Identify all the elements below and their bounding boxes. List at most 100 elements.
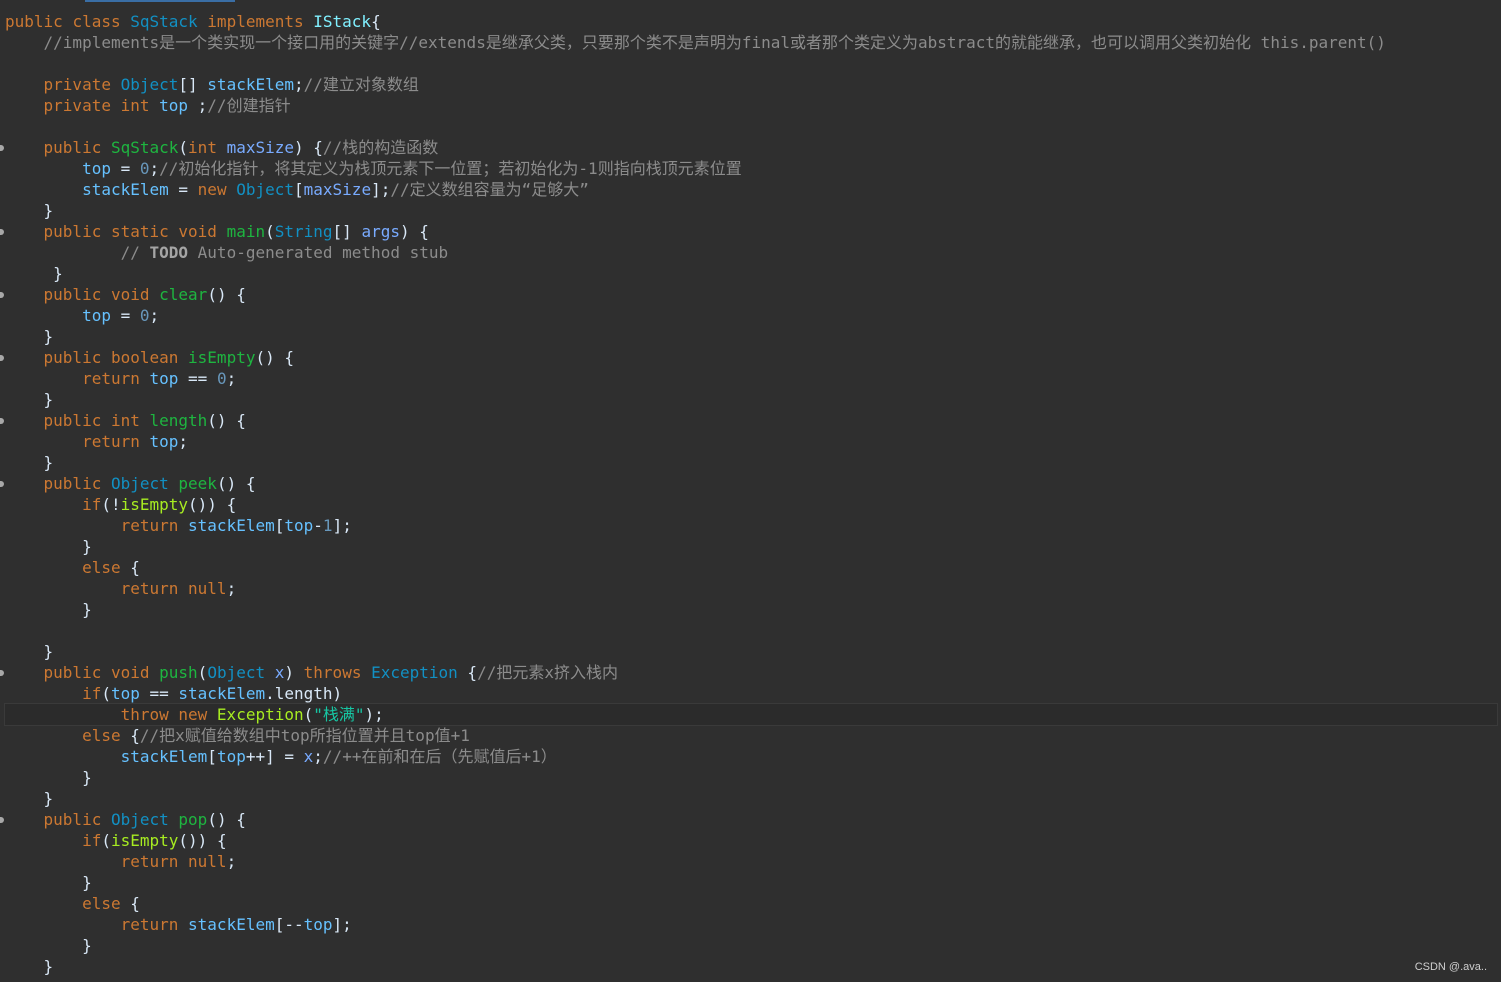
fold-toggle-icon[interactable] bbox=[0, 418, 4, 424]
code-line[interactable]: if(!isEmpty()) { bbox=[5, 494, 1495, 515]
code-line[interactable]: public Object pop() { bbox=[0, 809, 1495, 830]
code-line[interactable]: return null; bbox=[5, 578, 1495, 599]
code-token: ( bbox=[101, 684, 111, 703]
code-line[interactable]: public boolean isEmpty() { bbox=[0, 347, 1495, 368]
code-token: == bbox=[178, 369, 217, 388]
code-line[interactable]: return null; bbox=[5, 851, 1495, 872]
code-token: ); bbox=[364, 705, 384, 724]
code-token: public bbox=[5, 12, 73, 31]
code-line[interactable]: } bbox=[5, 788, 1495, 809]
current-code-line[interactable]: throw new Exception("栈满"); bbox=[4, 703, 1498, 726]
code-token: private bbox=[5, 75, 121, 94]
code-token: IStack bbox=[313, 12, 372, 31]
code-line[interactable]: public SqStack(int maxSize) {//栈的构造函数 bbox=[0, 137, 1495, 158]
code-token: void bbox=[110, 285, 160, 304]
code-token: { bbox=[371, 12, 381, 31]
code-token: return bbox=[5, 579, 189, 598]
fold-toggle-icon[interactable] bbox=[0, 817, 4, 823]
code-token: stackElem bbox=[5, 180, 169, 199]
code-token: 1 bbox=[322, 516, 333, 535]
fold-toggle-icon[interactable] bbox=[0, 229, 4, 235]
code-token: main bbox=[226, 222, 266, 241]
code-line[interactable]: else {//把x赋值给数组中top所指位置并且top值+1 bbox=[5, 725, 1495, 746]
code-token: push bbox=[159, 663, 198, 682]
fold-toggle-icon[interactable] bbox=[0, 145, 4, 151]
code-area[interactable]: public class SqStack implements IStack{ … bbox=[0, 11, 1498, 977]
code-line[interactable]: // TODO Auto-generated method stub bbox=[5, 242, 1495, 263]
code-token: isEmpty bbox=[110, 831, 179, 850]
code-token: () { bbox=[216, 474, 256, 493]
fold-toggle-icon[interactable] bbox=[0, 355, 4, 361]
code-line[interactable]: } bbox=[5, 200, 1495, 221]
code-line[interactable]: return top; bbox=[5, 431, 1495, 452]
fold-toggle-icon[interactable] bbox=[0, 292, 4, 298]
code-token: ; bbox=[197, 96, 208, 115]
code-token: 0 bbox=[139, 159, 150, 178]
code-token: } bbox=[5, 201, 54, 220]
code-token: top bbox=[5, 159, 111, 178]
code-line[interactable]: //implements是一个类实现一个接口用的关键字//extends是继承父… bbox=[5, 32, 1495, 53]
code-token: boolean bbox=[110, 348, 189, 367]
code-token: Auto-generated method stub bbox=[188, 243, 449, 262]
code-token: Object bbox=[110, 810, 179, 829]
fold-toggle-icon[interactable] bbox=[0, 670, 4, 676]
code-token: maxSize bbox=[226, 138, 295, 157]
code-line[interactable]: } bbox=[5, 935, 1495, 956]
code-token: ; bbox=[149, 159, 160, 178]
code-line[interactable]: } bbox=[5, 263, 1495, 284]
code-token: ( bbox=[197, 663, 208, 682]
watermark: CSDN @.ava.. bbox=[1414, 961, 1487, 973]
code-line[interactable]: private Object[] stackElem;//建立对象数组 bbox=[5, 74, 1495, 95]
code-token: void bbox=[110, 663, 160, 682]
code-line[interactable]: else { bbox=[5, 893, 1495, 914]
code-token: ( bbox=[101, 831, 111, 850]
code-line[interactable]: public void clear() { bbox=[0, 284, 1495, 305]
code-line[interactable]: } bbox=[5, 956, 1495, 977]
code-token: SqStack bbox=[130, 12, 208, 31]
code-line[interactable]: } bbox=[5, 326, 1495, 347]
code-token: () { bbox=[207, 810, 246, 829]
code-line[interactable]: public class SqStack implements IStack{ bbox=[5, 11, 1495, 32]
code-line[interactable]: } bbox=[5, 641, 1495, 662]
code-line[interactable] bbox=[5, 620, 1495, 641]
code-token: private bbox=[5, 96, 121, 115]
code-editor[interactable]: public class SqStack implements IStack{ … bbox=[0, 0, 1501, 982]
code-line[interactable]: } bbox=[5, 767, 1495, 788]
code-line[interactable]: stackElem[top++] = x;//++在前和在后（先赋值后+1） bbox=[5, 746, 1495, 767]
code-line[interactable]: } bbox=[5, 872, 1495, 893]
code-token: () { bbox=[207, 285, 246, 304]
code-token: public bbox=[5, 810, 111, 829]
code-line[interactable]: } bbox=[5, 389, 1495, 410]
code-line[interactable]: if(top == stackElem.length) bbox=[5, 683, 1495, 704]
code-token: [ bbox=[207, 747, 217, 766]
code-line[interactable]: } bbox=[5, 452, 1495, 473]
code-token: //定义数组容量为“足够大” bbox=[390, 180, 589, 199]
code-token: = bbox=[110, 306, 140, 325]
code-line[interactable]: top = 0; bbox=[5, 305, 1495, 326]
fold-toggle-icon[interactable] bbox=[0, 481, 4, 487]
code-line[interactable] bbox=[5, 53, 1495, 74]
code-line[interactable]: return stackElem[top-1]; bbox=[5, 515, 1495, 536]
code-line[interactable]: if(isEmpty()) { bbox=[5, 830, 1495, 851]
code-line[interactable]: return stackElem[--top]; bbox=[5, 914, 1495, 935]
code-token: x bbox=[274, 663, 285, 682]
code-line[interactable]: public static void main(String[] args) { bbox=[0, 221, 1495, 242]
code-line[interactable]: else { bbox=[5, 557, 1495, 578]
code-line[interactable]: public void push(Object x) throws Except… bbox=[0, 662, 1495, 683]
code-token: //++在前和在后（先赋值后+1） bbox=[322, 747, 557, 766]
code-line[interactable]: stackElem = new Object[maxSize];//定义数组容量… bbox=[5, 179, 1495, 200]
code-token: () { bbox=[207, 411, 246, 430]
code-token: { bbox=[130, 558, 140, 577]
code-token: return bbox=[5, 516, 189, 535]
code-line[interactable]: } bbox=[5, 536, 1495, 557]
code-line[interactable]: return top == 0; bbox=[5, 368, 1495, 389]
code-line[interactable]: private int top ;//创建指针 bbox=[5, 95, 1495, 116]
code-line[interactable] bbox=[5, 116, 1495, 137]
code-token: top bbox=[110, 684, 140, 703]
code-line[interactable]: public int length() { bbox=[0, 410, 1495, 431]
code-token: stackElem bbox=[5, 747, 208, 766]
code-line[interactable]: public Object peek() { bbox=[0, 473, 1495, 494]
code-line[interactable]: } bbox=[5, 599, 1495, 620]
code-line[interactable]: top = 0;//初始化指针，将其定义为栈顶元素下一位置；若初始化为-1则指向… bbox=[5, 158, 1495, 179]
code-token: implements bbox=[207, 12, 314, 31]
